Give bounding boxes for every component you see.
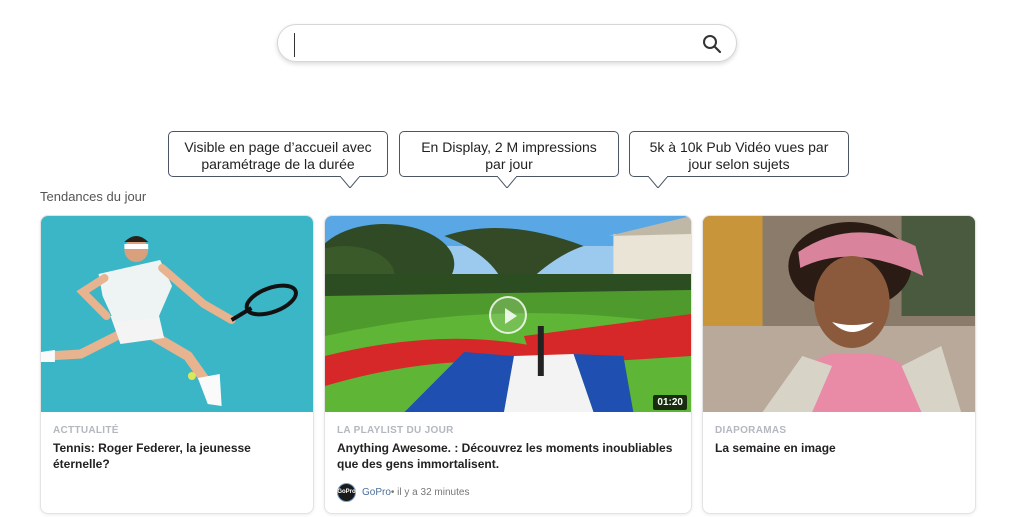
card-title[interactable]: Tennis: Roger Federer, la jeunesse étern… xyxy=(53,440,301,472)
card-category: LA PLAYLIST DU JOUR xyxy=(337,425,454,436)
source-timestamp: • il y a 32 minutes xyxy=(390,486,470,498)
callout-line: 5k à 10k Pub Vidéo vues par xyxy=(649,139,829,155)
callout-display-impressions: En Display, 2 M impressions par jour xyxy=(399,131,619,188)
callout-pointer xyxy=(648,176,668,188)
callout-line: Visible en page d’accueil avec xyxy=(184,139,372,155)
search-input[interactable] xyxy=(294,33,701,57)
card-category: DIAPORAMAS xyxy=(715,425,787,436)
gopro-avatar: GoPro xyxy=(337,482,356,502)
search-bar[interactable] xyxy=(277,24,737,62)
card-title[interactable]: Anything Awesome. : Découvrez les moment… xyxy=(337,440,679,472)
gopro-dirtbike-video-thumbnail: 01:20 xyxy=(325,216,691,412)
video-duration: 01:20 xyxy=(653,395,687,410)
callout-line: par jour xyxy=(485,156,533,172)
callout-video-views: 5k à 10k Pub Vidéo vues par jour selon s… xyxy=(629,131,849,188)
card-category: ACTTUALITÉ xyxy=(53,425,119,436)
source-name[interactable]: GoPro xyxy=(362,487,391,498)
callout-line: jour selon sujets xyxy=(688,156,790,172)
card-title[interactable]: La semaine en image xyxy=(715,440,963,456)
video-source[interactable]: GoPro GoPro • il y a 32 minutes xyxy=(337,482,469,502)
callout-pointer xyxy=(340,176,360,188)
smiling-woman-photo xyxy=(703,216,975,412)
tennis-player-photo xyxy=(41,216,313,412)
callout-homepage-visibility: Visible en page d’accueil avec paramétra… xyxy=(168,131,388,188)
section-title: Tendances du jour xyxy=(40,189,147,204)
card-video-playlist[interactable]: 01:20 LA PLAYLIST DU JOUR Anything Aweso… xyxy=(324,215,692,514)
callout-line: paramétrage de la durée xyxy=(201,156,355,172)
play-icon[interactable] xyxy=(489,296,527,334)
search-icon[interactable] xyxy=(702,34,722,54)
card-slideshow[interactable]: DIAPORAMAS La semaine en image xyxy=(702,215,976,514)
card-tennis[interactable]: ACTTUALITÉ Tennis: Roger Federer, la jeu… xyxy=(40,215,314,514)
callout-line: En Display, 2 M impressions xyxy=(421,139,597,155)
callout-pointer xyxy=(497,176,517,188)
